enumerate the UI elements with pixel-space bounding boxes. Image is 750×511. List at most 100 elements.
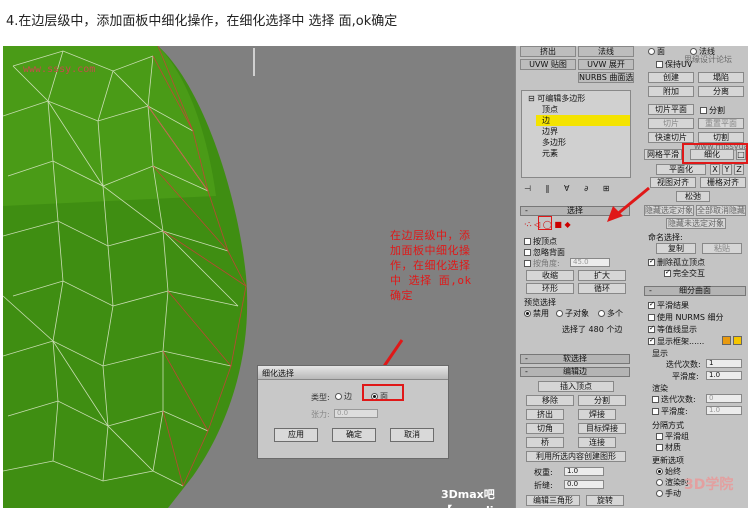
ignore-backface-checkbox[interactable]: 忽略背面 [524,247,565,258]
smoothing-groups-checkbox[interactable]: 平滑组 [656,431,689,442]
subdivision-surface-rollout[interactable]: 细分曲面 [644,286,746,296]
tension-field[interactable]: 0.0 [334,409,378,418]
command-panel: 挤出 法线 UVW 贴图 UVW 展开 NURBS 曲面选择 ⊟ 可编辑多边形 … [515,46,748,508]
tessellate-selection-dialog: 细化选择 类型: 边 面 张力: 0.0 应用 确定 取消 [257,365,449,459]
selection-count: 选择了 480 个边 [562,325,623,334]
ok-button[interactable]: 确定 [332,428,376,442]
slice-button[interactable]: 切片 [648,118,694,129]
caption-text: 4.在边层级中，添加面板中细化操作，在细化选择中 选择 面,ok确定 [6,14,398,29]
planarize-button[interactable]: 平面化 [656,164,706,175]
insert-vertex-button[interactable]: 插入顶点 [538,381,614,392]
normal-mod-button[interactable]: 法线 [578,46,634,57]
weight-field[interactable]: 1.0 [564,467,604,476]
radio-icon [335,393,342,400]
edit-edges-rollout[interactable]: 编辑边 [520,367,630,377]
render-iterations-checkbox[interactable]: 迭代次数: [652,394,696,405]
by-angle-checkbox[interactable]: 按角度: [524,258,560,269]
slice-plane-button[interactable]: 切片平面 [648,104,694,115]
soft-selection-rollout[interactable]: 软选择 [520,354,630,364]
y-button[interactable]: Y [722,164,732,175]
connect-button[interactable]: 连接 [578,437,616,448]
relax-button[interactable]: 松弛 [676,191,710,202]
stack-item-polygon[interactable]: 多边形 [542,137,566,148]
face-radio[interactable]: 面 [648,46,665,57]
iterations-label: 迭代次数: [666,360,701,369]
stack-item-element[interactable]: 元素 [542,148,558,159]
render-smoothness-checkbox[interactable]: 平滑度: [652,406,688,417]
reset-plane-button[interactable]: 重置平面 [698,118,744,129]
dialog-title: 细化选择 [258,366,448,380]
materials-checkbox[interactable]: 材质 [656,442,681,453]
grow-button[interactable]: 扩大 [578,270,626,281]
z-button[interactable]: Z [734,164,744,175]
cage-color-swatch[interactable] [722,336,731,345]
angle-field[interactable]: 45.0 [570,258,610,267]
stack-toolbar-icons[interactable]: ⊣ ‖ ∀ ∂ ⊞ [524,184,615,193]
hide-unselected-button[interactable]: 隐藏未选定对象 [666,218,726,229]
target-weld-button[interactable]: 目标焊接 [578,423,626,434]
attach-button[interactable]: 附加 [648,86,694,97]
crease-label: 折缝: [534,481,553,490]
iterations-field[interactable]: 1 [706,359,742,368]
bridge-button[interactable]: 桥 [526,437,564,448]
edit-triangulation-button[interactable]: 编辑三角形 [526,495,580,506]
full-interactivity-checkbox[interactable]: 完全交互 [664,268,705,279]
logo-watermark: 3D学院 [684,477,734,493]
view-align-button[interactable]: 视图对齐 [650,177,696,188]
show-cage-checkbox[interactable]: 显示框架...... [648,336,704,347]
create-button[interactable]: 创建 [648,72,694,83]
crease-field[interactable]: 0.0 [564,480,604,489]
uvw-unwrap-button[interactable]: UVW 展开 [578,59,634,70]
shrink-button[interactable]: 收缩 [526,270,574,281]
ring-button[interactable]: 环形 [526,283,574,294]
weight-label: 权重: [534,468,553,477]
annotation-line: 在边层级中，添 [390,229,471,242]
remove-button[interactable]: 移除 [526,395,574,406]
preview-off-radio[interactable]: 禁用 [524,308,549,319]
loop-button[interactable]: 循环 [578,283,626,294]
edge-radio-option[interactable]: 边 [335,391,352,402]
unhide-all-button[interactable]: 全部取消隐藏 [696,205,746,216]
weld-button[interactable]: 焊接 [578,409,616,420]
quickslice-button[interactable]: 快速切片 [648,132,694,143]
paste-button[interactable]: 粘贴 [702,243,742,254]
collapse-button[interactable]: 塌陷 [698,72,744,83]
copy-button[interactable]: 复制 [656,243,696,254]
split-button[interactable]: 分割 [578,395,626,406]
use-nurms-checkbox[interactable]: 使用 NURMS 细分 [648,312,723,323]
by-vertex-checkbox[interactable]: 按顶点 [524,236,557,247]
stack-item-editable-poly[interactable]: ⊟ 可编辑多边形 [528,93,585,104]
cage-sel-color-swatch[interactable] [733,336,742,345]
smoothness-field[interactable]: 1.0 [706,371,742,380]
isoline-display-checkbox[interactable]: 等值线显示 [648,324,697,335]
manually-radio[interactable]: 手动 [656,488,681,499]
meshsmooth-button[interactable]: 网格平滑 [644,149,682,160]
render-iterations-field[interactable]: 0 [706,394,742,403]
create-shape-button[interactable]: 利用所选内容创建图形 [526,451,626,462]
stack-item-border[interactable]: 边界 [542,126,558,137]
viewport[interactable]: www.sssy.com 在边层级中，添 加面板中细化操 作，在细化选择 中 选… [3,46,634,508]
stack-item-vertex[interactable]: 顶点 [542,104,558,115]
tension-label: 张力: [311,410,330,419]
annotation-line: 加面板中细化操 [390,244,471,257]
x-button[interactable]: X [710,164,720,175]
extrude-button[interactable]: 挤出 [526,409,564,420]
turn-button[interactable]: 旋转 [586,495,624,506]
always-radio[interactable]: 始终 [656,466,681,477]
stack-item-edge[interactable]: 边 [536,115,630,126]
detach-button[interactable]: 分离 [698,86,744,97]
render-group-label: 渲染 [652,384,668,393]
smooth-result-checkbox[interactable]: 平滑结果 [648,300,689,311]
delete-isolated-checkbox[interactable]: 删除孤立顶点 [648,257,705,268]
split-checkbox[interactable]: 分割 [700,105,725,116]
chamfer-button[interactable]: 切角 [526,423,564,434]
render-smoothness-field[interactable]: 1.0 [706,406,742,415]
cancel-button[interactable]: 取消 [390,428,434,442]
preview-subobj-radio[interactable]: 子对象 [556,308,589,319]
preview-multi-radio[interactable]: 多个 [598,308,623,319]
extrude-mod-button[interactable]: 挤出 [520,46,576,57]
uvw-map-button[interactable]: UVW 贴图 [520,59,576,70]
grid-align-button[interactable]: 栅格对齐 [700,177,746,188]
apply-button[interactable]: 应用 [274,428,318,442]
nurbs-select-button[interactable]: NURBS 曲面选择 [578,72,634,83]
